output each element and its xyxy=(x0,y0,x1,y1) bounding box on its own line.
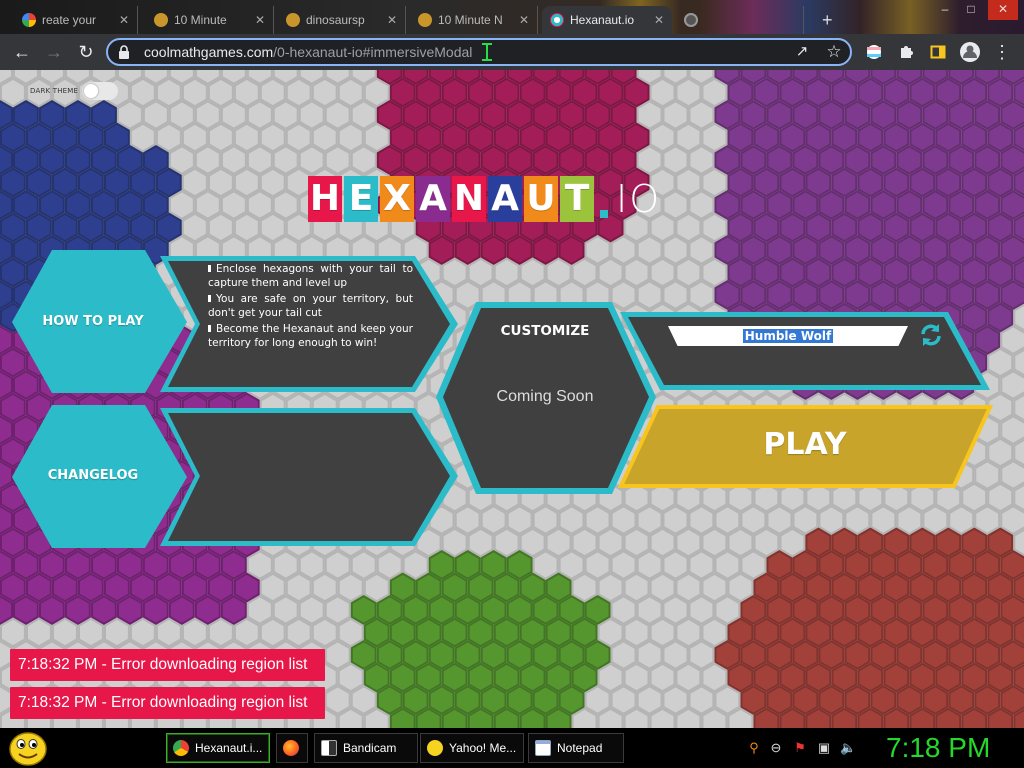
windows-taskbar: Hexanaut.i... Bandicam Yahoo! Me... Note… xyxy=(0,728,1024,768)
share-icon[interactable]: ↗ xyxy=(788,38,816,66)
close-tab-icon[interactable]: ✕ xyxy=(387,13,397,27)
minimize-button[interactable]: – xyxy=(932,0,958,20)
network-icon[interactable]: ▣ xyxy=(816,740,832,756)
error-toast[interactable]: 7:18:32 PM - Error downloading region li… xyxy=(10,649,325,681)
side-panel-icon[interactable] xyxy=(924,38,952,66)
bandicam-icon xyxy=(321,740,337,756)
rule-item: You are safe on your territory, but don'… xyxy=(208,293,413,319)
customize-status: Coming Soon xyxy=(496,388,594,405)
taskbar-task-notepad[interactable]: Notepad xyxy=(528,733,624,763)
close-tab-icon[interactable]: ✕ xyxy=(654,13,664,27)
close-tab-icon[interactable]: ✕ xyxy=(255,13,265,27)
screen: { "browser": { "tabs": [ {"label": "reat… xyxy=(0,0,1024,768)
randomize-name-icon[interactable] xyxy=(918,322,944,348)
account-avatar-icon[interactable] xyxy=(956,38,984,66)
notepad-icon xyxy=(535,740,551,756)
rules-list: Enclose hexagons with your tail to captu… xyxy=(208,263,413,350)
close-window-button[interactable]: ✕ xyxy=(988,0,1018,20)
browser-toolbar: ← → ↻ coolmathgames.com/0-hexanaut-io#im… xyxy=(0,34,1024,70)
nickname-value: Humble Wolf xyxy=(742,329,834,343)
hamster-icon xyxy=(154,13,168,27)
play-button[interactable] xyxy=(618,404,994,490)
new-tab-button[interactable]: + xyxy=(814,6,842,34)
close-tab-icon[interactable]: ✕ xyxy=(119,13,129,27)
browser-tab[interactable]: reate your ✕ xyxy=(14,6,138,34)
game-page: DARK THEME H E X A N A U T IO PLAY HOW TO PLAY C… xyxy=(0,70,1024,728)
back-arrow-icon[interactable]: ← xyxy=(8,38,36,66)
error-toast[interactable]: 7:18:32 PM - Error downloading region li… xyxy=(10,687,325,719)
browser-tab-active[interactable]: Hexanaut.io ✕ xyxy=(542,6,672,34)
close-tab-icon[interactable]: ✕ xyxy=(519,13,529,27)
browser-tab[interactable]: 10 Minute ✕ xyxy=(146,6,274,34)
browser-tab-strip: reate your ✕ 10 Minute ✕ dinosaursp ✕ 10… xyxy=(0,0,1024,34)
start-smiley-icon[interactable] xyxy=(6,728,48,768)
taskbar-task-chrome[interactable]: Hexanaut.i... xyxy=(166,733,270,763)
changelog-panel xyxy=(168,413,450,541)
rule-item: Become the Hexanaut and keep your territ… xyxy=(208,323,413,349)
forward-arrow-icon[interactable]: → xyxy=(40,38,68,66)
browser-menu-icon[interactable]: ⋮ xyxy=(988,38,1016,66)
how-to-play-label[interactable]: HOW TO PLAY xyxy=(22,314,164,329)
taskbar-clock[interactable]: 7:18 PM xyxy=(886,732,990,764)
volume-icon[interactable]: 🔈 xyxy=(840,740,856,756)
taskbar-task-yahoo[interactable]: Yahoo! Me... xyxy=(420,733,524,763)
rule-item: Enclose hexagons with your tail to captu… xyxy=(208,263,413,289)
changelog-label[interactable]: CHANGELOG xyxy=(22,468,164,483)
bookmark-star-icon[interactable]: ☆ xyxy=(820,38,848,66)
lock-icon xyxy=(118,45,130,59)
reload-icon[interactable]: ↻ xyxy=(72,38,100,66)
firefox-icon xyxy=(283,740,299,756)
github-icon xyxy=(684,13,698,27)
hexanaut-icon xyxy=(550,13,564,27)
maximize-button[interactable]: □ xyxy=(958,0,984,20)
address-bar[interactable]: coolmathgames.com/0-hexanaut-io#immersiv… xyxy=(106,38,852,66)
browser-tab[interactable] xyxy=(676,6,804,34)
taskbar-task-firefox[interactable] xyxy=(276,733,308,763)
customize-title: CUSTOMIZE xyxy=(500,323,590,339)
browser-tab[interactable]: 10 Minute N ✕ xyxy=(410,6,538,34)
google-icon xyxy=(22,13,36,27)
url-text: coolmathgames.com/0-hexanaut-io#immersiv… xyxy=(144,44,473,60)
hamster-icon xyxy=(418,13,432,27)
browser-tab[interactable]: dinosaursp ✕ xyxy=(278,6,406,34)
extensions-puzzle-icon[interactable] xyxy=(892,38,920,66)
text-cursor-icon xyxy=(480,42,494,62)
search-magnifier-icon[interactable]: ⚲ xyxy=(746,740,762,756)
yahoo-messenger-icon xyxy=(427,740,443,756)
profile-flag-icon[interactable] xyxy=(860,38,888,66)
chrome-icon xyxy=(173,740,189,756)
taskbar-task-bandicam[interactable]: Bandicam xyxy=(314,733,418,763)
tray-status-icon[interactable]: ⊖ xyxy=(768,740,784,756)
tray-flag-icon[interactable]: ⚑ xyxy=(792,740,808,756)
nickname-input[interactable]: Humble Wolf xyxy=(668,326,908,346)
hamster-icon xyxy=(286,13,300,27)
